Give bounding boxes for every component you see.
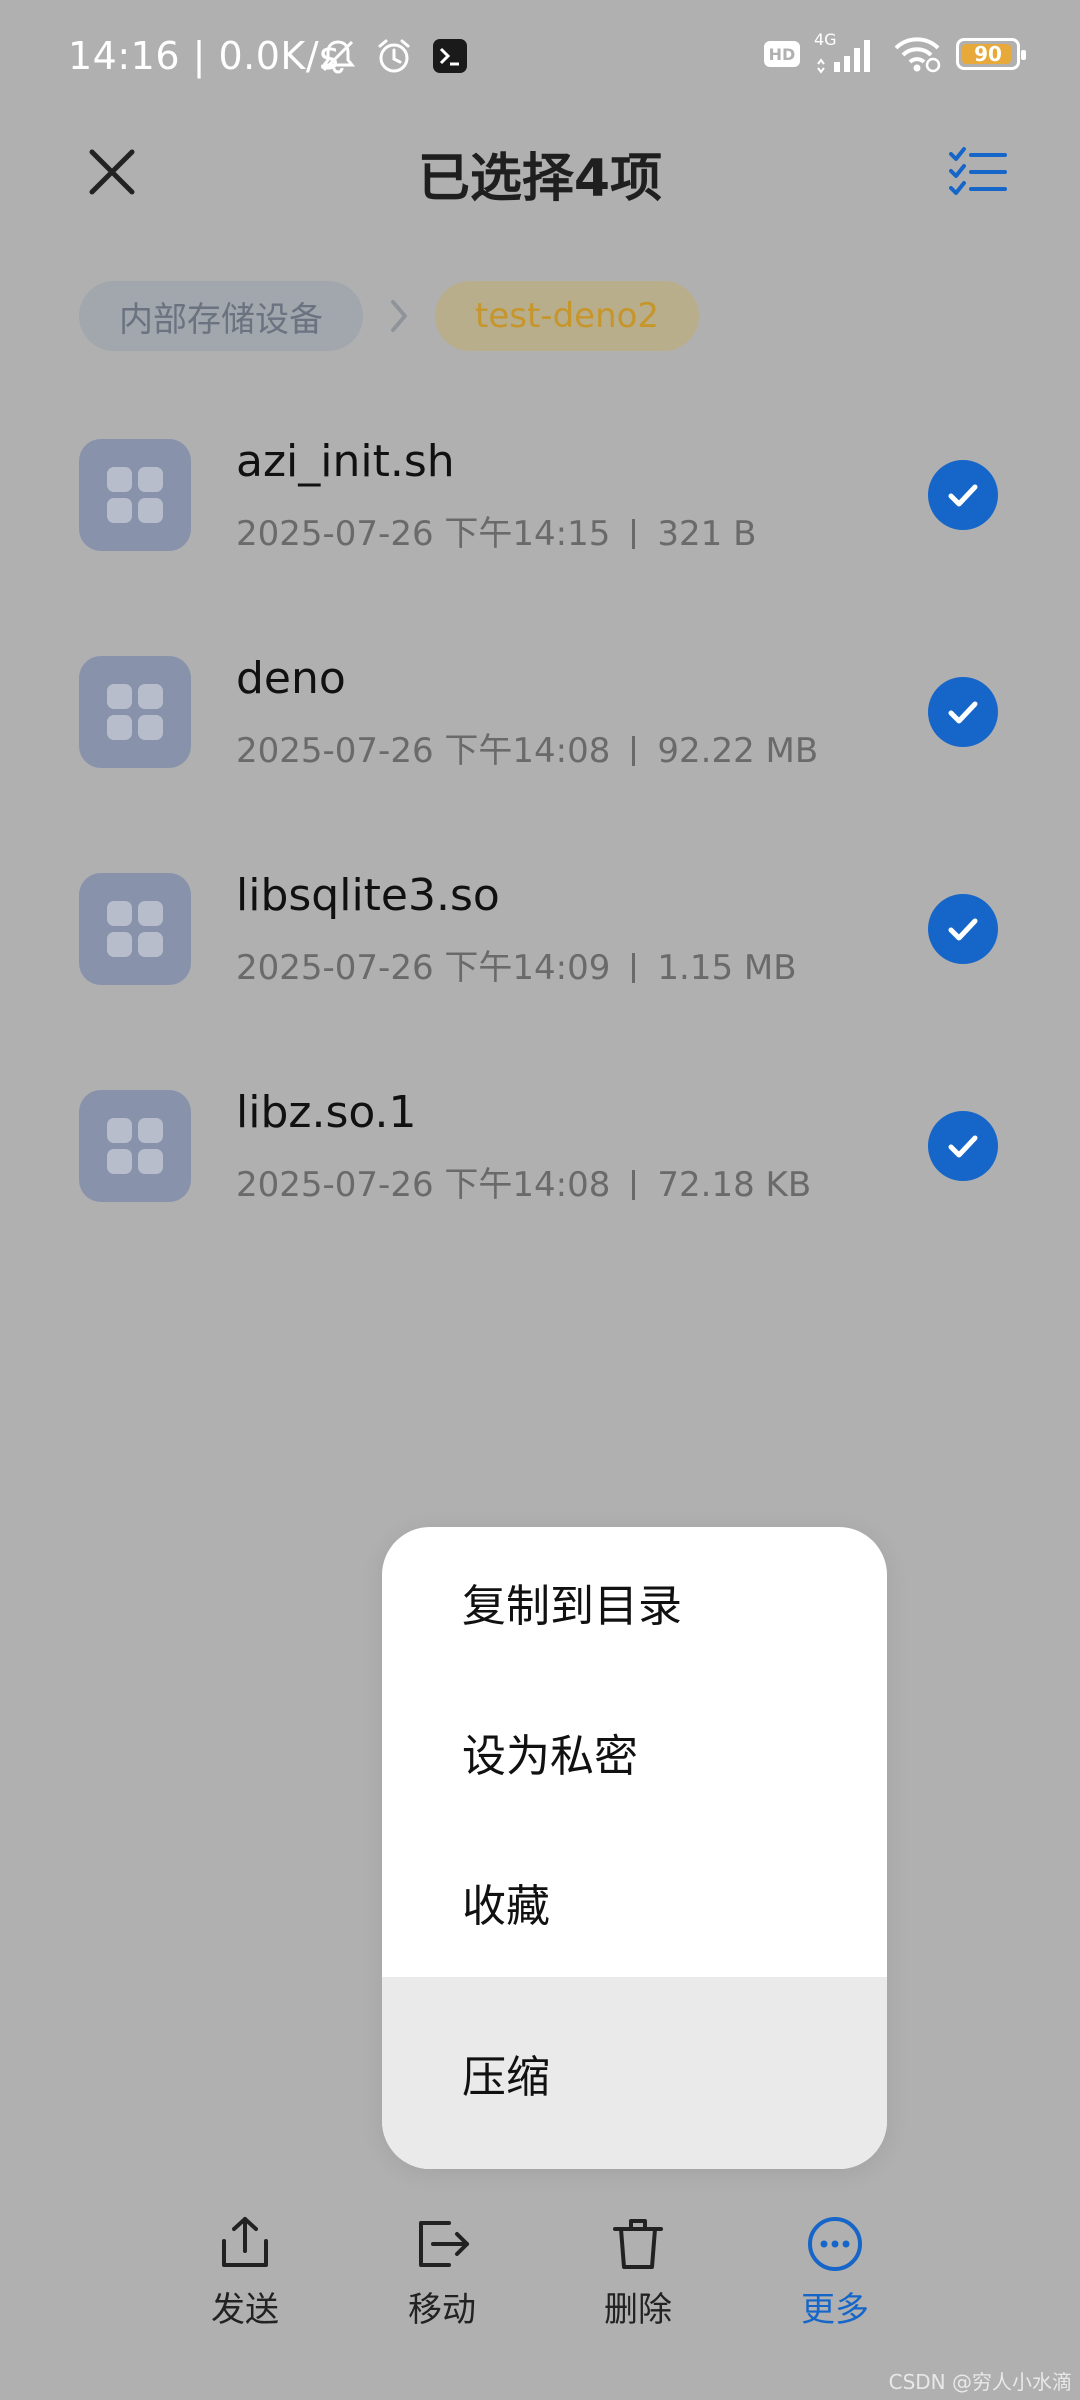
send-label: 发送: [211, 2290, 279, 2330]
checkmark-icon: [948, 918, 978, 941]
move-button[interactable]: 移动: [367, 2212, 517, 2331]
app-file-icon: [79, 873, 191, 985]
selection-header: 已选择4项: [0, 118, 1080, 222]
bottom-toolbar: 发送 移动 删除 更多: [0, 2212, 1080, 2342]
app-file-icon: [79, 1090, 191, 1202]
file-size: 321 B: [657, 514, 757, 554]
hd-icon: HD: [764, 41, 800, 67]
file-name: deno: [236, 653, 346, 704]
status-icons-left: [318, 36, 470, 76]
file-size: 92.22 MB: [657, 731, 819, 771]
file-name: libz.so.1: [236, 1087, 417, 1138]
file-size: 72.18 KB: [657, 1165, 812, 1205]
menu-item-favorite[interactable]: 收藏: [382, 1827, 887, 1977]
file-date: 2025-07-26 下午14:15: [236, 514, 611, 554]
file-name: libsqlite3.so: [236, 870, 500, 921]
battery-icon: 90: [956, 38, 1026, 70]
file-name: azi_init.sh: [236, 436, 455, 487]
alarm-icon: [374, 36, 414, 76]
selected-checkbox[interactable]: [928, 460, 998, 530]
status-time: 14:16 | 0.0K/s: [68, 34, 340, 78]
breadcrumb-root[interactable]: 内部存储设备: [79, 281, 363, 351]
breadcrumb: 内部存储设备 test-deno2: [79, 281, 700, 351]
file-date: 2025-07-26 下午14:08: [236, 1165, 611, 1205]
more-button[interactable]: 更多: [760, 2212, 910, 2331]
more-icon: [803, 2212, 867, 2276]
list-item[interactable]: libz.so.1 2025-07-26 下午14:08 72.18 KB: [0, 1073, 1080, 1290]
app-file-icon: [79, 439, 191, 551]
delete-button[interactable]: 删除: [563, 2212, 713, 2331]
watermark: CSDN @穷人小水滴: [888, 2370, 1072, 2394]
wifi-icon: [892, 34, 942, 74]
delete-label: 删除: [604, 2290, 672, 2330]
selected-checkbox[interactable]: [928, 1111, 998, 1181]
move-icon: [410, 2212, 474, 2276]
select-all-button[interactable]: [944, 138, 1012, 206]
terminal-icon: [430, 36, 470, 76]
checkmark-icon: [948, 484, 978, 507]
more-label: 更多: [801, 2290, 869, 2330]
checkmark-icon: [948, 1135, 978, 1158]
page-title: 已选择4项: [417, 149, 663, 209]
trash-icon: [606, 2212, 670, 2276]
status-icons-right: HD 4G 90: [764, 30, 1026, 74]
move-label: 移动: [408, 2290, 476, 2330]
list-item[interactable]: deno 2025-07-26 下午14:08 92.22 MB: [0, 639, 1080, 856]
share-icon: [213, 2212, 277, 2276]
file-size: 1.15 MB: [657, 948, 797, 988]
list-item[interactable]: libsqlite3.so 2025-07-26 下午14:09 1.15 MB: [0, 856, 1080, 1073]
status-bar: 14:16 | 0.0K/s HD 4G 90: [0, 0, 1080, 118]
file-meta: 2025-07-26 下午14:08 92.22 MB: [236, 723, 818, 772]
signal-icon: 4G: [814, 30, 878, 74]
menu-item-compress[interactable]: 压缩: [382, 1977, 887, 2169]
breadcrumb-current[interactable]: test-deno2: [435, 281, 700, 351]
mute-icon: [318, 36, 358, 76]
menu-item-copy-to-directory[interactable]: 复制到目录: [382, 1527, 887, 1677]
more-options-menu: 复制到目录 设为私密 收藏 压缩: [382, 1527, 887, 2169]
battery-level: 90: [974, 42, 1002, 66]
send-button[interactable]: 发送: [170, 2212, 320, 2331]
file-meta: 2025-07-26 下午14:08 72.18 KB: [236, 1157, 811, 1206]
checklist-icon: [949, 147, 1007, 195]
checkmark-icon: [948, 701, 978, 724]
file-date: 2025-07-26 下午14:08: [236, 731, 611, 771]
list-item[interactable]: azi_init.sh 2025-07-26 下午14:15 321 B: [0, 422, 1080, 639]
file-date: 2025-07-26 下午14:09: [236, 948, 611, 988]
file-meta: 2025-07-26 下午14:09 1.15 MB: [236, 940, 797, 989]
selected-checkbox[interactable]: [928, 894, 998, 964]
file-list: azi_init.sh 2025-07-26 下午14:15 321 B deno…: [0, 422, 1080, 1290]
chevron-right-icon: [363, 298, 435, 334]
app-file-icon: [79, 656, 191, 768]
file-meta: 2025-07-26 下午14:15 321 B: [236, 506, 756, 555]
selected-checkbox[interactable]: [928, 677, 998, 747]
menu-item-set-private[interactable]: 设为私密: [382, 1677, 887, 1827]
